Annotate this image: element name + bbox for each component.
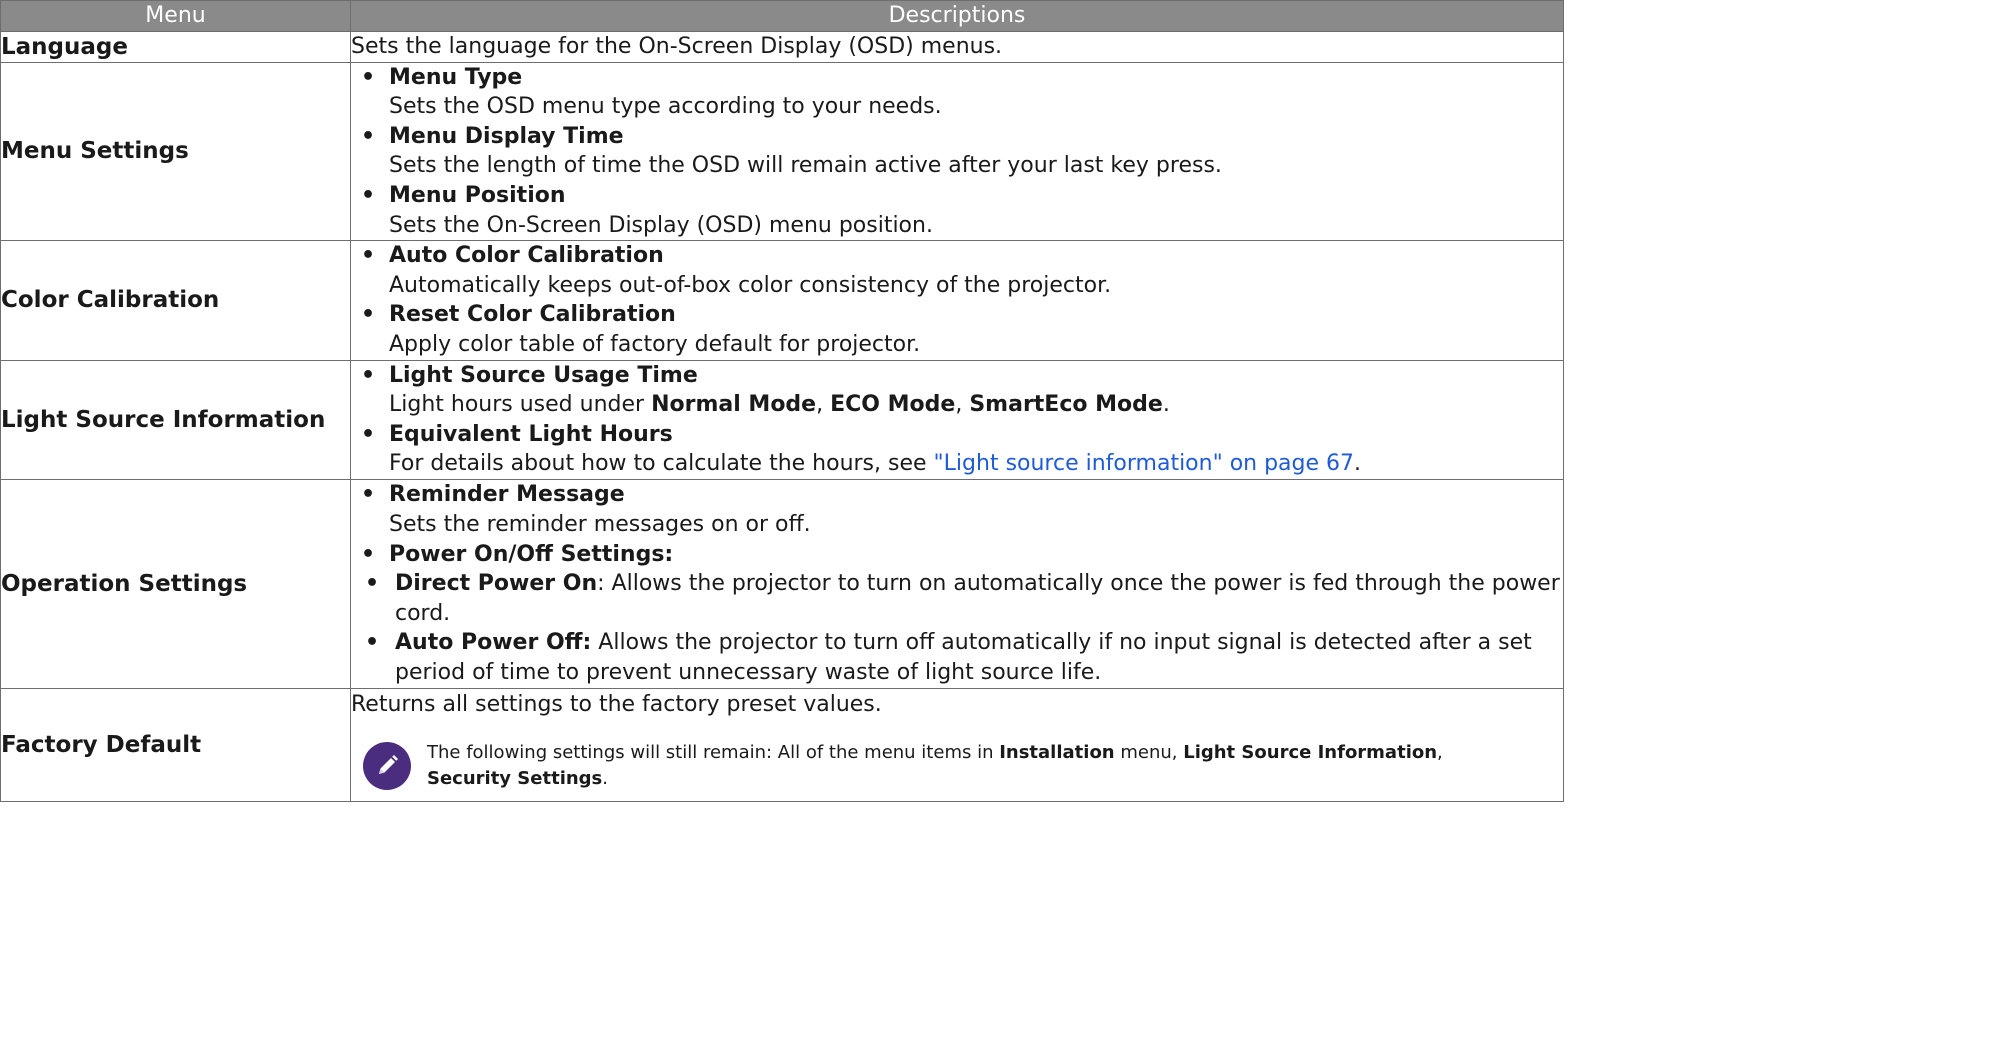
note-prefix: The following settings will still remain… <box>427 741 1000 763</box>
sub-list-item: • Direct Power On: Allows the projector … <box>355 569 1563 628</box>
item-text: Sets the On-Screen Display (OSD) menu po… <box>389 212 933 238</box>
light-source-info-link[interactable]: "Light source information" on page 67 <box>934 451 1354 476</box>
table-row-menu-settings: Menu Settings • Menu Type Sets the OSD m… <box>0 61 1564 242</box>
menu-label-operation-settings: Operation Settings <box>0 478 351 689</box>
item-title: Light Source Usage Time <box>389 362 698 388</box>
desc-factory-default: Returns all settings to the factory pres… <box>350 687 1564 802</box>
table-row-operation-settings: Operation Settings • Reminder Message Se… <box>0 478 1564 689</box>
item-text: Sets the reminder messages on or off. <box>389 511 811 537</box>
bullet: • <box>361 421 376 447</box>
note-box: The following settings will still remain… <box>351 740 1563 800</box>
note-installation: Installation <box>999 741 1115 763</box>
list-item: • Menu Display Time Sets the length of t… <box>351 122 1563 181</box>
item-text: Light hours used under Normal Mode, ECO … <box>389 390 1563 420</box>
bullet: • <box>361 541 376 567</box>
menu-label-color-calibration: Color Calibration <box>0 240 351 361</box>
header-menu: Menu <box>0 0 351 32</box>
item-title: Equivalent Light Hours <box>389 421 673 447</box>
bullet: • <box>361 64 376 90</box>
table-header-row: Menu Descriptions <box>0 0 1564 32</box>
list-item: • Menu Position Sets the On-Screen Displ… <box>351 181 1563 240</box>
note-security: Security Settings <box>427 767 603 789</box>
item-title: Auto Color Calibration <box>389 243 664 269</box>
bullet: • <box>365 571 380 597</box>
desc-operation-settings: • Reminder Message Sets the reminder mes… <box>350 478 1564 689</box>
bullet: • <box>361 182 376 208</box>
menu-label-language: Language <box>0 31 351 63</box>
mode-eco: ECO Mode <box>830 392 956 418</box>
item-title: Reminder Message <box>389 482 625 508</box>
direct-power-on-title: Direct Power On <box>395 571 598 597</box>
note-comma: , <box>1437 741 1443 763</box>
note-end: . <box>602 767 609 789</box>
menu-label-menu-settings: Menu Settings <box>0 61 351 242</box>
separator: , <box>955 392 970 418</box>
note-light-source: Light Source Information <box>1183 741 1438 763</box>
menu-label-light-source-information: Light Source Information <box>0 359 351 480</box>
note-text: The following settings will still remain… <box>427 740 1443 792</box>
bullet: • <box>361 482 376 508</box>
item-text: Sets the OSD menu type according to your… <box>389 94 942 120</box>
bullet: • <box>361 302 376 328</box>
equiv-suffix: . <box>1354 451 1362 477</box>
auto-power-off-title: Auto Power Off: <box>395 630 592 656</box>
item-title: Menu Position <box>389 182 566 208</box>
bullet: • <box>361 243 376 269</box>
bullet: • <box>361 362 376 388</box>
table-row-factory-default: Factory Default Returns all settings to … <box>0 687 1564 802</box>
mode-normal: Normal Mode <box>651 392 817 418</box>
desc-language: Sets the language for the On-Screen Disp… <box>350 31 1564 63</box>
list-item: • Reset Color Calibration Apply color ta… <box>351 300 1563 359</box>
mode-smarteco: SmartEco Mode <box>969 392 1163 418</box>
item-text: Automatically keeps out-of-box color con… <box>389 272 1112 298</box>
list-item: • Light Source Usage Time Light hours us… <box>351 361 1563 420</box>
equiv-prefix: For details about how to calculate the h… <box>389 451 934 477</box>
item-title: Power On/Off Settings: <box>389 541 674 567</box>
desc-light-source-information: • Light Source Usage Time Light hours us… <box>350 359 1564 480</box>
factory-default-desc: Returns all settings to the factory pres… <box>351 692 882 718</box>
pencil-icon <box>363 741 411 790</box>
separator: , <box>816 392 831 418</box>
header-descriptions: Descriptions <box>350 0 1564 32</box>
item-title: Reset Color Calibration <box>389 302 676 328</box>
list-item: • Power On/Off Settings: <box>351 540 1563 570</box>
item-text: Apply color table of factory default for… <box>389 331 921 357</box>
menu-label-factory-default: Factory Default <box>0 687 351 802</box>
desc-color-calibration: • Auto Color Calibration Automatically k… <box>350 240 1564 361</box>
usage-prefix: Light hours used under <box>389 392 652 418</box>
item-title: Menu Type <box>389 64 523 90</box>
table-row-language: Language Sets the language for the On-Sc… <box>0 31 1564 63</box>
table-row-color-calibration: Color Calibration • Auto Color Calibrati… <box>0 240 1564 361</box>
note-mid: menu, <box>1114 741 1184 763</box>
list-item: • Menu Type Sets the OSD menu type accor… <box>351 63 1563 122</box>
table-row-light-source-information: Light Source Information • Light Source … <box>0 359 1564 480</box>
bullet: • <box>365 630 380 656</box>
list-item: • Auto Color Calibration Automatically k… <box>351 241 1563 300</box>
usage-suffix: . <box>1162 392 1170 418</box>
sub-list-item: • Auto Power Off: Allows the projector t… <box>355 628 1563 687</box>
item-text: For details about how to calculate the h… <box>389 449 1563 479</box>
item-title: Menu Display Time <box>389 123 624 149</box>
list-item: • Reminder Message Sets the reminder mes… <box>351 480 1563 539</box>
item-text: Sets the length of time the OSD will rem… <box>389 153 1222 179</box>
bullet: • <box>361 123 376 149</box>
desc-menu-settings: • Menu Type Sets the OSD menu type accor… <box>350 61 1564 242</box>
list-item: • Equivalent Light Hours For details abo… <box>351 420 1563 479</box>
settings-menu-table: Menu Descriptions Language Sets the lang… <box>0 0 1564 802</box>
